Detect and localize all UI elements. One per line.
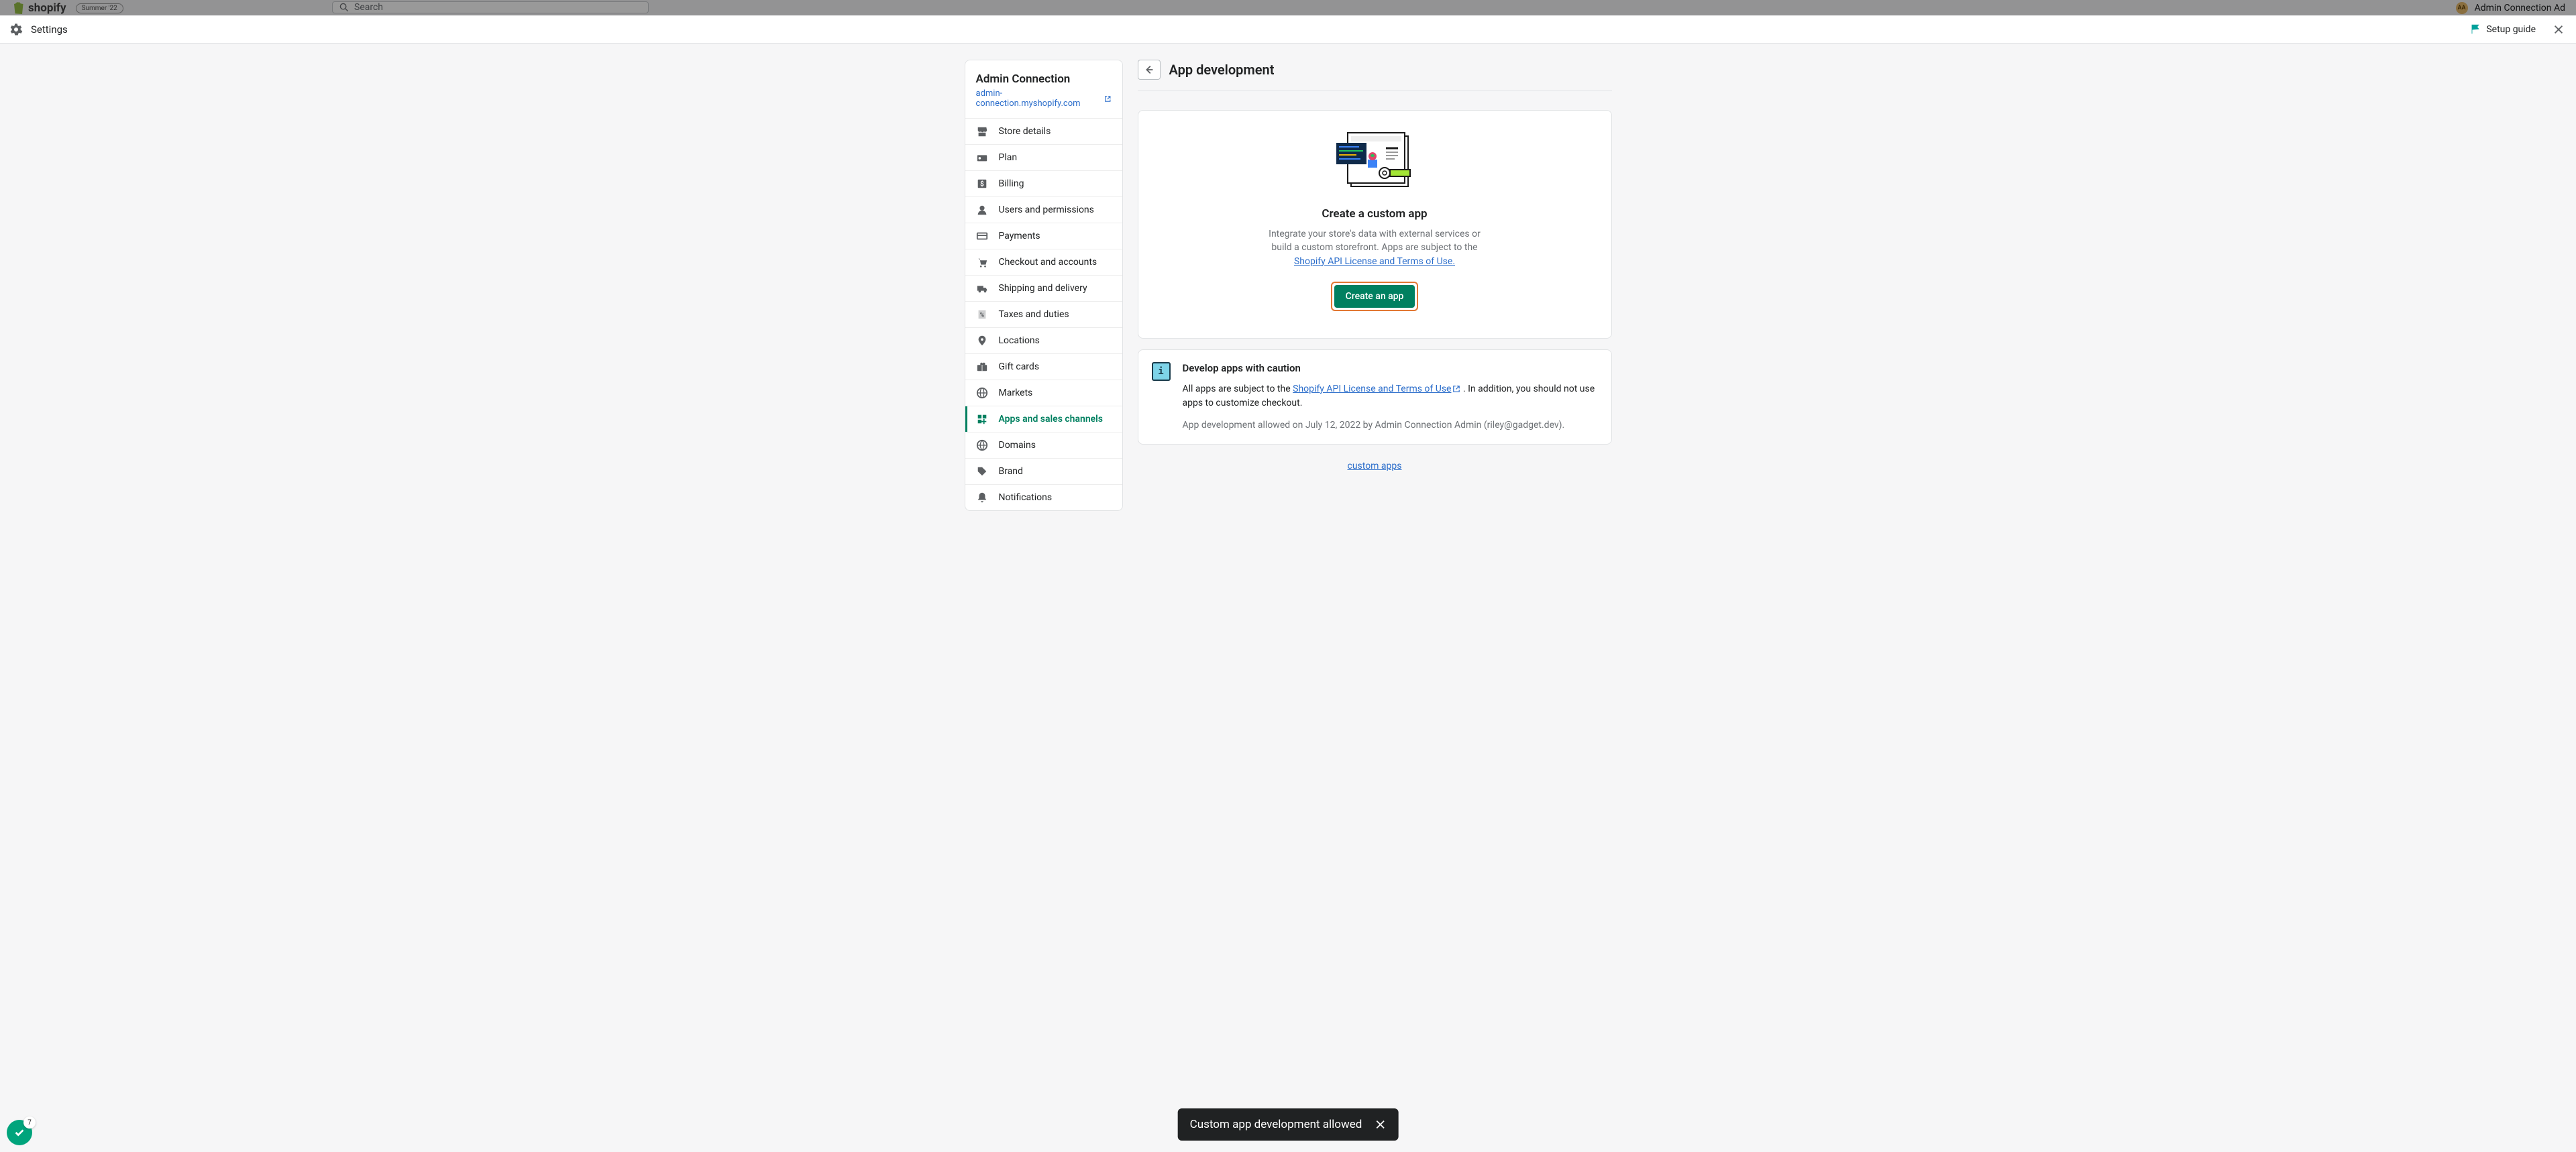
sidebar-item-label: Billing xyxy=(999,178,1024,189)
caution-card: i Develop apps with caution All apps are… xyxy=(1138,349,1612,445)
shipping-icon xyxy=(976,282,988,294)
help-fab[interactable]: 7 xyxy=(7,1120,32,1145)
svg-text:%: % xyxy=(979,312,984,319)
setup-guide-label: Setup guide xyxy=(2486,24,2536,35)
footer-learn-more: custom apps xyxy=(1138,461,1612,471)
sidebar-item-notifications[interactable]: Notifications xyxy=(965,484,1122,510)
store-url-text: admin-connection.myshopify.com xyxy=(976,89,1102,109)
flag-icon xyxy=(2470,23,2481,35)
store-icon xyxy=(976,125,988,137)
sidebar-item-label: Brand xyxy=(999,466,1023,477)
notifications-icon xyxy=(976,492,988,504)
sidebar-item-locations[interactable]: Locations xyxy=(965,327,1122,353)
settings-header: Settings Setup guide xyxy=(0,15,2576,44)
toast-close-button[interactable] xyxy=(1374,1118,1386,1131)
create-description: Integrate your store's data with externa… xyxy=(1260,227,1489,268)
close-button[interactable] xyxy=(2551,21,2567,38)
caution-meta: App development allowed on July 12, 2022… xyxy=(1183,420,1598,430)
caution-heading: Develop apps with caution xyxy=(1183,362,1598,374)
sidebar-item-giftcards[interactable]: Gift cards xyxy=(965,353,1122,380)
toast: Custom app development allowed xyxy=(1178,1108,1399,1141)
create-app-card: Create a custom app Integrate your store… xyxy=(1138,110,1612,339)
toast-message: Custom app development allowed xyxy=(1190,1118,1362,1131)
sidebar-item-label: Store details xyxy=(999,126,1051,137)
external-link-icon xyxy=(1452,385,1460,393)
caution-terms-link[interactable]: Shopify API License and Terms of Use xyxy=(1293,384,1460,394)
apps-icon xyxy=(976,413,988,425)
main-content: App development xyxy=(1138,60,1612,1152)
sidebar-item-label: Locations xyxy=(999,335,1040,346)
sidebar-item-apps[interactable]: Apps and sales channels xyxy=(965,406,1122,432)
settings-sidebar: Admin Connection admin-connection.myshop… xyxy=(965,60,1123,511)
payments-icon xyxy=(976,230,988,242)
sidebar-item-checkout[interactable]: Checkout and accounts xyxy=(965,249,1122,275)
brand-icon xyxy=(976,465,988,477)
sidebar-item-label: Users and permissions xyxy=(999,205,1094,215)
sidebar-item-label: Markets xyxy=(999,388,1033,398)
sidebar-item-shipping[interactable]: Shipping and delivery xyxy=(965,275,1122,301)
billing-icon: $ xyxy=(976,178,988,190)
modal-backdrop xyxy=(0,0,2576,15)
taxes-icon: % xyxy=(976,308,988,321)
external-link-icon xyxy=(1104,95,1111,103)
setup-guide-link[interactable]: Setup guide xyxy=(2470,23,2536,35)
sidebar-item-domains[interactable]: Domains xyxy=(965,432,1122,458)
custom-apps-link[interactable]: custom apps xyxy=(1347,461,1401,471)
locations-icon xyxy=(976,335,988,347)
sidebar-item-label: Taxes and duties xyxy=(999,309,1069,320)
close-icon xyxy=(1374,1118,1386,1131)
sidebar-item-store[interactable]: Store details xyxy=(965,118,1122,144)
sidebar-item-label: Notifications xyxy=(999,492,1053,503)
store-name: Admin Connection xyxy=(976,72,1112,86)
sidebar-item-plan[interactable]: Plan xyxy=(965,144,1122,170)
page-title: App development xyxy=(1169,62,1275,78)
svg-text:$: $ xyxy=(980,181,984,188)
sidebar-item-users[interactable]: Users and permissions xyxy=(965,196,1122,223)
sidebar-item-billing[interactable]: $ Billing xyxy=(965,170,1122,196)
plan-icon xyxy=(976,152,988,164)
page-header: App development xyxy=(1138,60,1612,91)
sidebar-item-markets[interactable]: Markets xyxy=(965,380,1122,406)
sidebar-item-label: Payments xyxy=(999,231,1040,241)
create-app-illustration xyxy=(1331,129,1418,196)
overlay-title: Settings xyxy=(31,23,68,36)
giftcards-icon xyxy=(976,361,988,373)
sidebar-item-payments[interactable]: Payments xyxy=(965,223,1122,249)
arrow-left-icon xyxy=(1143,64,1155,76)
gear-icon xyxy=(9,23,23,36)
back-button[interactable] xyxy=(1138,60,1161,80)
create-desc-text: Integrate your store's data with externa… xyxy=(1269,229,1481,253)
sidebar-item-label: Domains xyxy=(999,440,1036,451)
api-terms-link[interactable]: Shopify API License and Terms of Use. xyxy=(1294,256,1455,267)
caution-icon: i xyxy=(1152,362,1171,381)
caution-text: All apps are subject to the Shopify API … xyxy=(1183,382,1598,410)
sidebar-item-taxes[interactable]: % Taxes and duties xyxy=(965,301,1122,327)
create-heading: Create a custom app xyxy=(1165,207,1585,221)
settings-body: Admin Connection admin-connection.myshop… xyxy=(0,44,2576,1152)
caution-before: All apps are subject to the xyxy=(1183,384,1293,394)
domains-icon xyxy=(976,439,988,451)
create-button-highlight: Create an app xyxy=(1331,282,1419,311)
sidebar-item-label: Gift cards xyxy=(999,361,1040,372)
fab-badge: 7 xyxy=(23,1116,36,1129)
sidebar-item-brand[interactable]: Brand xyxy=(965,458,1122,484)
markets-icon xyxy=(976,387,988,399)
users-icon xyxy=(976,204,988,216)
sidebar-item-label: Apps and sales channels xyxy=(999,414,1104,424)
sidebar-item-label: Checkout and accounts xyxy=(999,257,1097,268)
sidebar-item-label: Shipping and delivery xyxy=(999,283,1087,294)
settings-overlay: Settings Setup guide Admin Connection ad… xyxy=(0,15,2576,1152)
close-icon xyxy=(2553,23,2565,36)
create-app-button[interactable]: Create an app xyxy=(1334,285,1415,308)
store-info: Admin Connection admin-connection.myshop… xyxy=(965,60,1122,118)
store-url-link[interactable]: admin-connection.myshopify.com xyxy=(976,89,1112,109)
check-icon xyxy=(13,1127,25,1139)
checkout-icon xyxy=(976,256,988,268)
sidebar-item-label: Plan xyxy=(999,152,1018,163)
